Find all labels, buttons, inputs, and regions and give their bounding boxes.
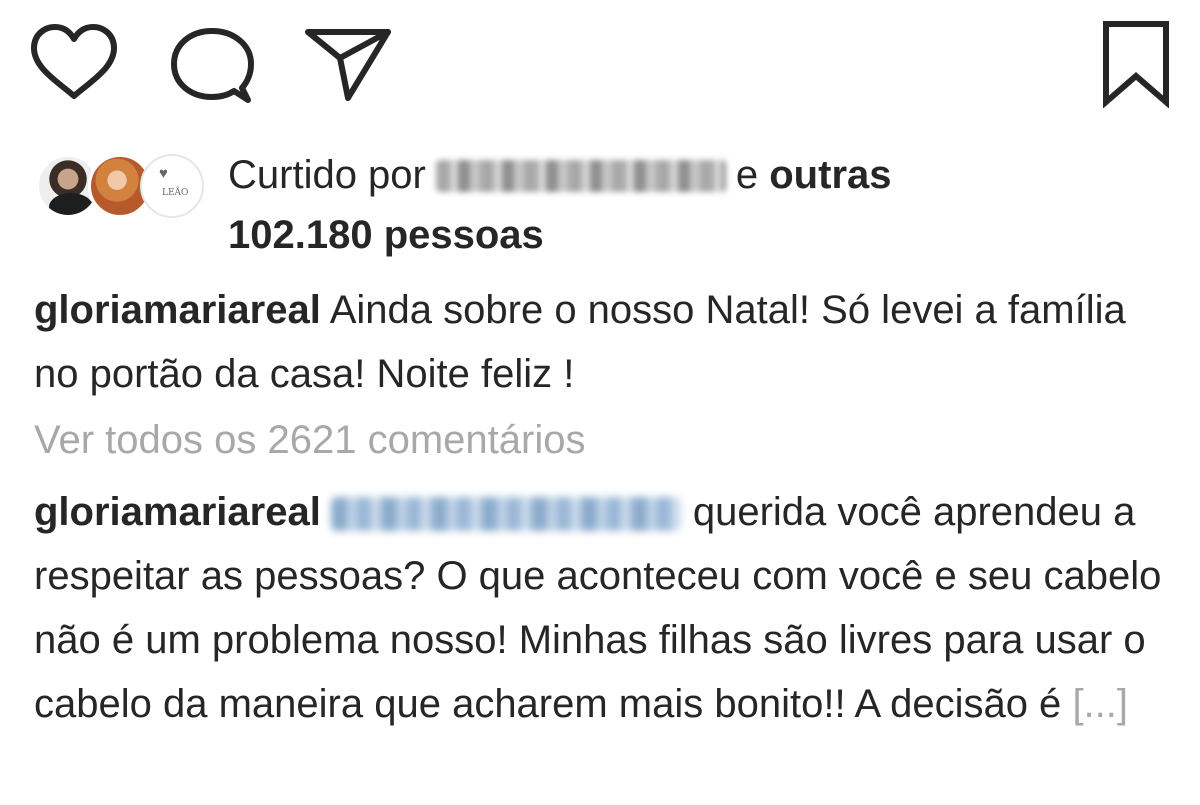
blurred-username[interactable] (435, 160, 726, 192)
avatar[interactable]: ♥ LEÃO (140, 154, 204, 218)
comment-icon[interactable] (170, 26, 254, 106)
liked-by-connector: e (735, 153, 759, 197)
logo-icon: ♥ (159, 165, 168, 182)
paper-plane-icon[interactable] (302, 24, 394, 104)
blurred-mention[interactable] (330, 497, 681, 531)
comment: gloriamariareal querida você aprendeu a r… (34, 480, 1174, 736)
likes-count[interactable]: 102.180 pessoas (228, 210, 544, 260)
logo-mark: LEÃO (162, 188, 189, 198)
liked-by-line: Curtido por e outras (228, 150, 892, 200)
likes-summary: ♥ LEÃO Curtido por e outras 102.180 pesso… (36, 150, 1176, 260)
caption-username[interactable]: gloriamariareal (34, 288, 321, 332)
liked-by-prefix: Curtido por (228, 153, 426, 197)
post-caption: gloriamariareal Ainda sobre o nosso Nata… (34, 278, 1174, 406)
comment-username[interactable]: gloriamariareal (34, 490, 321, 534)
heart-icon[interactable] (28, 22, 120, 102)
view-all-comments-link[interactable]: Ver todos os 2621 comentários (34, 410, 585, 470)
others-link[interactable]: outras (769, 153, 891, 197)
more-link[interactable]: [...] (1072, 682, 1128, 726)
bookmark-icon[interactable] (1098, 18, 1174, 108)
liker-avatars[interactable]: ♥ LEÃO (36, 154, 206, 220)
post-action-bar (0, 0, 1200, 130)
